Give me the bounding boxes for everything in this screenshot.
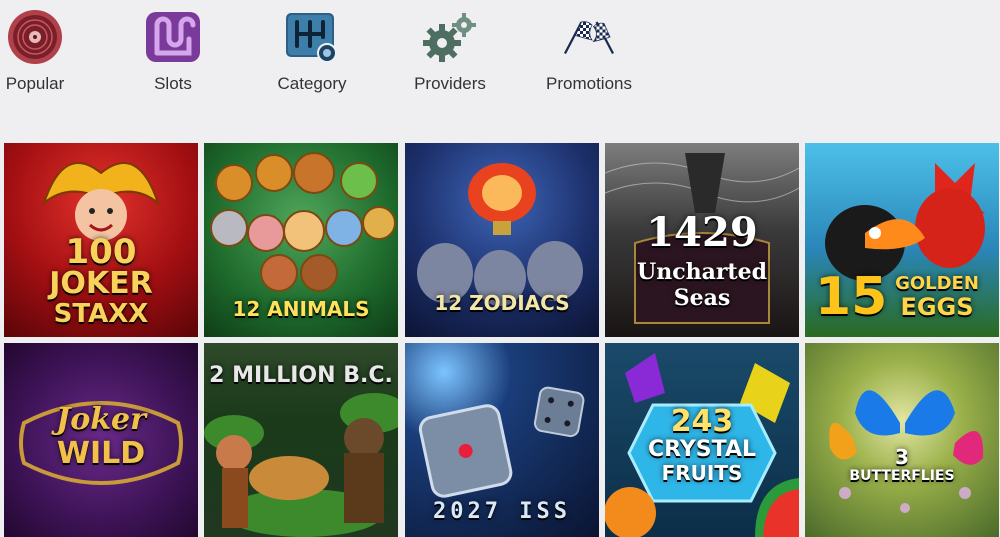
- game-title-line: CRYSTAL: [647, 437, 756, 462]
- nav-label-category: Category: [277, 74, 347, 93]
- game-tile[interactable]: 2027 ISS: [405, 343, 599, 537]
- game-title-line: FRUITS: [661, 461, 743, 485]
- game-title-line: 3: [895, 445, 909, 469]
- game-title-line: 15: [815, 267, 888, 327]
- game-title-line: EGGS: [900, 293, 974, 321]
- game-tile[interactable]: 100 JOKER STAXX: [4, 143, 198, 337]
- nav-item-category[interactable]: Category: [257, 8, 367, 98]
- nav-label-promotions: Promotions: [546, 74, 632, 93]
- game-title-line: GOLDEN: [895, 273, 979, 294]
- gear-shift-icon: [282, 8, 342, 66]
- slots-track-icon: [143, 8, 203, 66]
- game-title-line: WILD: [56, 436, 146, 471]
- game-tile[interactable]: 1429 Uncharted Seas: [605, 143, 799, 337]
- game-title-line: Uncharted: [637, 259, 767, 285]
- game-title-line: 1429: [646, 209, 758, 256]
- game-grid: 100 JOKER STAXX 12 ANIMALS 12 ZODIACS 14…: [0, 142, 1000, 537]
- nav-label-providers: Providers: [414, 74, 486, 93]
- game-title-line: Seas: [673, 285, 731, 311]
- game-title-line: 2027 ISS: [433, 499, 571, 524]
- nav-item-slots[interactable]: Slots: [118, 8, 228, 98]
- nav-label-slots: Slots: [154, 74, 192, 93]
- game-title-line: STAXX: [53, 299, 149, 329]
- nav-label-popular: Popular: [5, 74, 65, 93]
- game-tile[interactable]: 15 GOLDEN EGGS: [805, 143, 999, 337]
- nav-item-popular[interactable]: Popular: [0, 8, 90, 98]
- game-tile[interactable]: 12 ZODIACS: [405, 143, 599, 337]
- game-tile[interactable]: 243 CRYSTAL FRUITS: [605, 343, 799, 537]
- game-tile[interactable]: Joker WILD: [4, 343, 198, 537]
- gears-icon: [420, 8, 480, 66]
- nav-item-promotions[interactable]: Promotions: [534, 8, 644, 98]
- category-nav: Popular Slots Category Providers Promoti…: [0, 0, 1000, 110]
- game-title-line: 12 ZODIACS: [434, 291, 570, 315]
- game-tile[interactable]: 2 MILLION B.C.: [204, 343, 398, 537]
- game-title-line: BUTTERFLIES: [849, 468, 955, 484]
- game-title-line: JOKER: [49, 266, 153, 301]
- game-title-line: 243: [670, 404, 734, 439]
- record-icon: [5, 8, 65, 66]
- nav-item-providers[interactable]: Providers: [395, 8, 505, 98]
- game-title-line: 2 MILLION B.C.: [209, 363, 393, 388]
- game-title-line: Joker: [56, 402, 146, 437]
- game-tile[interactable]: 12 ANIMALS: [204, 143, 398, 337]
- checkered-flags-icon: [559, 8, 619, 66]
- game-tile[interactable]: 3 BUTTERFLIES: [805, 343, 999, 537]
- game-title-line: 12 ANIMALS: [232, 297, 370, 321]
- game-artwork: [805, 343, 999, 537]
- game-title-line: 100: [65, 232, 137, 272]
